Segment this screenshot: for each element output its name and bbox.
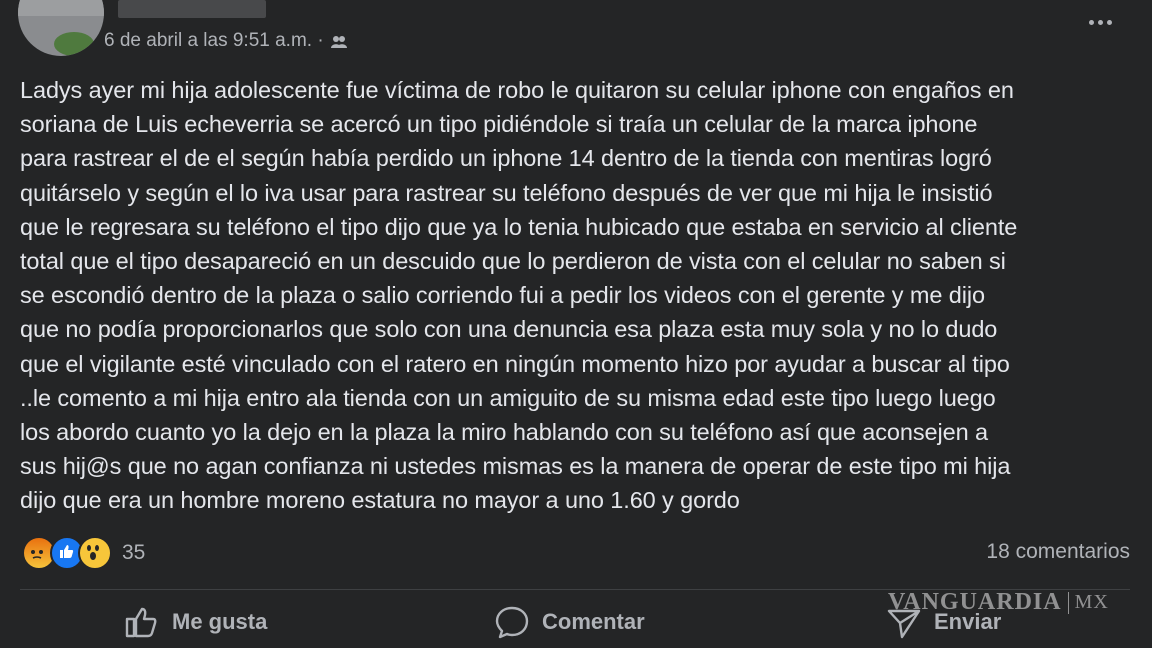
watermark-brand: VANGUARDIA bbox=[888, 589, 1062, 615]
post-time-text[interactable]: 6 de abril a las 9:51 a.m. · bbox=[104, 30, 324, 52]
like-label: Me gusta bbox=[172, 609, 268, 634]
more-options-icon[interactable] bbox=[1082, 8, 1118, 36]
watermark-country: MX bbox=[1074, 591, 1109, 613]
friends-icon[interactable] bbox=[330, 32, 348, 50]
comment-bubble-icon bbox=[495, 606, 529, 639]
wow-reaction-icon bbox=[78, 536, 112, 570]
comment-label: Comentar bbox=[542, 609, 645, 634]
author-name-redacted[interactable] bbox=[118, 0, 266, 18]
like-button[interactable]: Me gusta bbox=[124, 605, 267, 639]
post-timestamp[interactable]: 6 de abril a las 9:51 a.m. · bbox=[104, 30, 348, 52]
vanguardia-watermark: VANGUARDIA MX bbox=[888, 589, 1109, 616]
post-body-text: Ladys ayer mi hija adolescente fue vícti… bbox=[20, 77, 1018, 514]
reactions-summary[interactable]: 35 bbox=[22, 536, 145, 570]
comments-count-link[interactable]: 18 comentarios bbox=[986, 540, 1130, 564]
reactions-count[interactable]: 35 bbox=[122, 541, 145, 565]
thumbs-up-icon bbox=[125, 607, 157, 638]
comment-button[interactable]: Comentar bbox=[494, 605, 645, 639]
author-avatar[interactable] bbox=[18, 0, 104, 56]
